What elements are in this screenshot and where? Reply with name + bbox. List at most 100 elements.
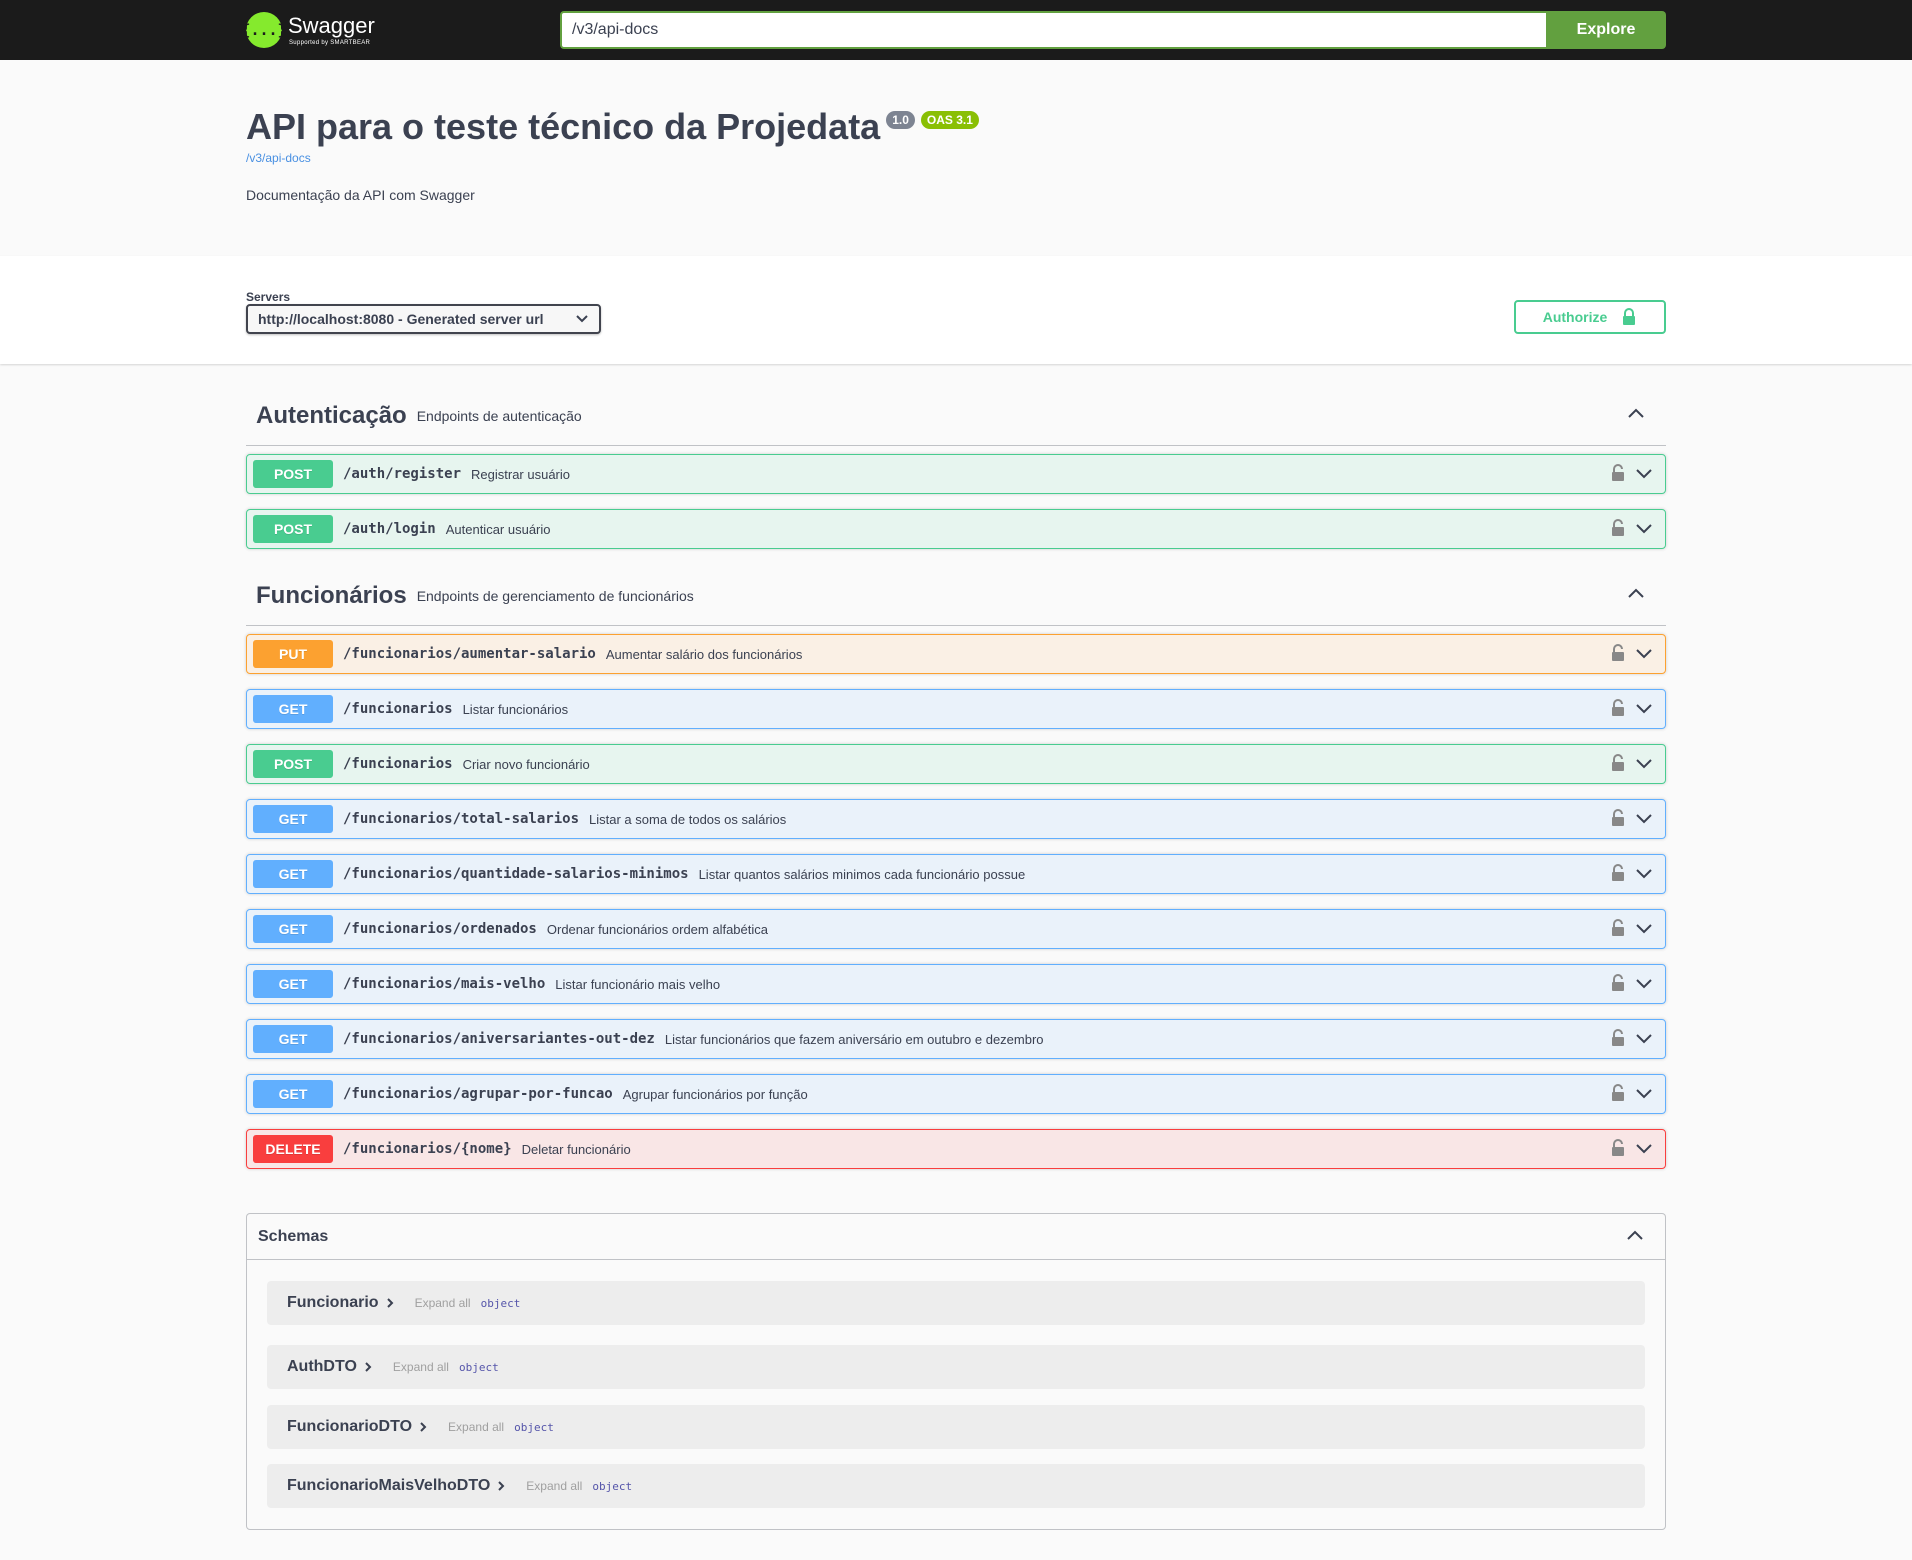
opblock-get-aniversariantes-out-dez[interactable]: GET /funcionarios/aniversariantes-out-de… bbox=[246, 1019, 1666, 1059]
chevron-up-icon[interactable] bbox=[1626, 406, 1646, 420]
operation-summary: Deletar funcionário bbox=[521, 1141, 631, 1157]
method-badge: POST bbox=[253, 515, 333, 543]
tag-header-autenticacao[interactable]: Autenticação Endpoints de autenticação bbox=[246, 386, 1666, 446]
opblock-get-funcionarios[interactable]: GET /funcionarios Listar funcionários bbox=[246, 689, 1666, 729]
operation-path: /funcionarios/mais-velho bbox=[343, 976, 546, 992]
operation-summary: Agrupar funcionários por função bbox=[622, 1086, 808, 1102]
chevron-up-icon[interactable] bbox=[1626, 586, 1646, 600]
opblock-post-auth-login[interactable]: POST /auth/login Autenticar usuário bbox=[246, 509, 1666, 549]
oas-badge: OAS 3.1 bbox=[920, 111, 979, 129]
server-select[interactable]: http://localhost:8080 - Generated server… bbox=[246, 304, 601, 334]
operation-summary: Listar quantos salários minimos cada fun… bbox=[698, 866, 1026, 882]
opblock-get-ordenados[interactable]: GET /funcionarios/ordenados Ordenar func… bbox=[246, 909, 1666, 949]
expand-all-link[interactable]: Expand all bbox=[526, 1479, 582, 1493]
model-row-funcionario[interactable]: Funcionario Expand all object bbox=[267, 1281, 1645, 1325]
tag-header-funcionarios[interactable]: Funcionários Endpoints de gerenciamento … bbox=[246, 566, 1666, 626]
method-badge: PUT bbox=[253, 640, 333, 668]
servers-label: Servers bbox=[246, 290, 291, 304]
model-row-funcionariomaisvelhodto[interactable]: FuncionarioMaisVelhoDTO Expand all objec… bbox=[267, 1464, 1645, 1508]
operation-summary: Registrar usuário bbox=[471, 466, 571, 482]
lock-icon[interactable] bbox=[1611, 519, 1625, 537]
logo-name: Swagger bbox=[288, 12, 375, 38]
api-description: Documentação da API com Swagger bbox=[246, 186, 475, 203]
opblock-put-aumentar-salario[interactable]: PUT /funcionarios/aumentar-salario Aumen… bbox=[246, 634, 1666, 674]
model-name: FuncionarioDTO bbox=[287, 1418, 413, 1435]
chevron-down-icon[interactable] bbox=[1635, 922, 1653, 934]
chevron-right-icon[interactable] bbox=[418, 1421, 428, 1433]
authorize-button[interactable]: Authorize bbox=[1514, 300, 1666, 334]
opblock-get-mais-velho[interactable]: GET /funcionarios/mais-velho Listar func… bbox=[246, 964, 1666, 1004]
schemas-header[interactable]: Schemas bbox=[247, 1214, 1665, 1260]
lock-icon[interactable] bbox=[1611, 919, 1625, 937]
server-selected-value: http://localhost:8080 - Generated server… bbox=[258, 311, 544, 327]
url-input[interactable] bbox=[560, 11, 1546, 49]
chevron-down-icon[interactable] bbox=[1635, 1032, 1653, 1044]
topbar: {...} Swagger Supported by SMARTBEAR Exp… bbox=[0, 0, 1912, 60]
method-badge: GET bbox=[253, 695, 333, 723]
operation-path: /funcionarios/aumentar-salario bbox=[343, 646, 596, 662]
tag-name: Funcionários bbox=[256, 581, 407, 609]
lock-icon[interactable] bbox=[1611, 644, 1625, 662]
operation-path: /funcionarios bbox=[343, 756, 453, 772]
swagger-logo[interactable]: {...} Swagger Supported by SMARTBEAR bbox=[241, 12, 556, 48]
tag-section-funcionarios: Funcionários Endpoints de gerenciamento … bbox=[246, 566, 1666, 1169]
api-docs-link[interactable]: /v3/api-docs bbox=[246, 151, 979, 165]
operation-path: /funcionarios/total-salarios bbox=[343, 811, 580, 827]
chevron-down-icon[interactable] bbox=[1635, 1087, 1653, 1099]
expand-all-link[interactable]: Expand all bbox=[415, 1296, 471, 1310]
lock-icon[interactable] bbox=[1611, 1029, 1625, 1047]
operation-summary: Listar funcionários bbox=[462, 701, 569, 717]
opblock-post-funcionarios[interactable]: POST /funcionarios Criar novo funcionári… bbox=[246, 744, 1666, 784]
chevron-down-icon[interactable] bbox=[1635, 867, 1653, 879]
operation-path: /funcionarios/aniversariantes-out-dez bbox=[343, 1031, 655, 1047]
opblock-delete-funcionario[interactable]: DELETE /funcionarios/{nome} Deletar func… bbox=[246, 1129, 1666, 1169]
model-name: AuthDTO bbox=[287, 1358, 357, 1375]
expand-all-link[interactable]: Expand all bbox=[448, 1420, 504, 1434]
operation-path: /auth/register bbox=[343, 466, 462, 482]
operation-path: /funcionarios bbox=[343, 701, 453, 717]
method-badge: GET bbox=[253, 915, 333, 943]
model-name: FuncionarioMaisVelhoDTO bbox=[287, 1477, 491, 1494]
explore-button[interactable]: Explore bbox=[1546, 11, 1666, 49]
model-type: object bbox=[480, 1296, 521, 1310]
chevron-down-icon[interactable] bbox=[1635, 702, 1653, 714]
method-badge: GET bbox=[253, 860, 333, 888]
chevron-down-icon[interactable] bbox=[1635, 467, 1653, 479]
opblock-get-quantidade-salarios-minimos[interactable]: GET /funcionarios/quantidade-salarios-mi… bbox=[246, 854, 1666, 894]
chevron-down-icon[interactable] bbox=[1635, 977, 1653, 989]
opblock-get-agrupar-por-funcao[interactable]: GET /funcionarios/agrupar-por-funcao Agr… bbox=[246, 1074, 1666, 1114]
lock-icon[interactable] bbox=[1611, 1139, 1625, 1157]
chevron-right-icon[interactable] bbox=[385, 1297, 395, 1309]
tag-name: Autenticação bbox=[256, 401, 407, 429]
lock-icon[interactable] bbox=[1611, 754, 1625, 772]
lock-icon[interactable] bbox=[1611, 974, 1625, 992]
chevron-down-icon[interactable] bbox=[1635, 812, 1653, 824]
method-badge: DELETE bbox=[253, 1135, 333, 1163]
lock-icon[interactable] bbox=[1611, 864, 1625, 882]
opblock-get-total-salarios[interactable]: GET /funcionarios/total-salarios Listar … bbox=[246, 799, 1666, 839]
swagger-logo-icon: {...} bbox=[241, 12, 287, 48]
tag-section-autenticacao: Autenticação Endpoints de autenticação P… bbox=[246, 386, 1666, 549]
page-title: API para o teste técnico da Projedata bbox=[246, 106, 881, 147]
lock-icon[interactable] bbox=[1611, 1084, 1625, 1102]
chevron-down-icon[interactable] bbox=[1635, 1142, 1653, 1154]
explore-form: Explore bbox=[560, 11, 1666, 49]
chevron-down-icon[interactable] bbox=[1635, 757, 1653, 769]
model-row-authdto[interactable]: AuthDTO Expand all object bbox=[267, 1345, 1645, 1389]
operation-summary: Ordenar funcionários ordem alfabética bbox=[546, 921, 768, 937]
chevron-down-icon[interactable] bbox=[1635, 647, 1653, 659]
operation-path: /funcionarios/ordenados bbox=[343, 921, 537, 937]
operation-summary: Listar a soma de todos os salários bbox=[589, 811, 787, 827]
tag-description: Endpoints de gerenciamento de funcionári… bbox=[416, 587, 694, 604]
lock-icon[interactable] bbox=[1611, 464, 1625, 482]
model-row-funcionariodto[interactable]: FuncionarioDTO Expand all object bbox=[267, 1405, 1645, 1449]
chevron-up-icon[interactable] bbox=[1625, 1228, 1645, 1242]
opblock-post-auth-register[interactable]: POST /auth/register Registrar usuário bbox=[246, 454, 1666, 494]
chevron-right-icon[interactable] bbox=[496, 1480, 506, 1492]
expand-all-link[interactable]: Expand all bbox=[393, 1360, 449, 1374]
lock-icon[interactable] bbox=[1611, 699, 1625, 717]
logo-subtitle: Supported by SMARTBEAR bbox=[289, 39, 371, 46]
lock-icon[interactable] bbox=[1611, 809, 1625, 827]
chevron-right-icon[interactable] bbox=[363, 1361, 373, 1373]
chevron-down-icon[interactable] bbox=[1635, 522, 1653, 534]
